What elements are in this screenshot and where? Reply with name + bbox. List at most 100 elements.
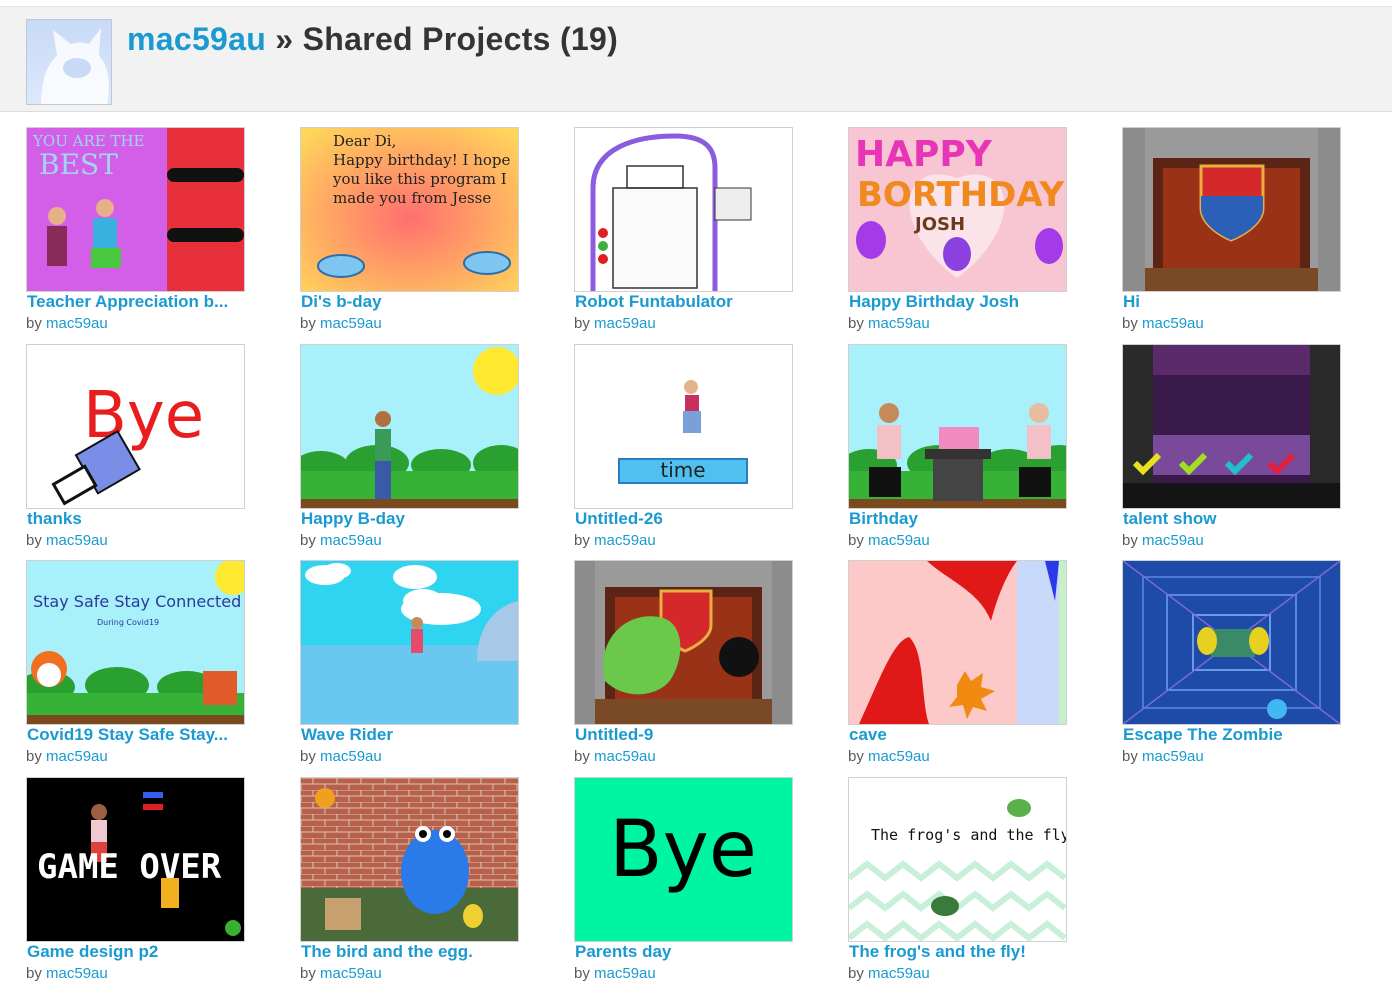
author-link[interactable]: mac59au xyxy=(868,315,930,332)
author-link[interactable]: mac59au xyxy=(46,965,108,982)
project-card: YOU ARE THE BEST Teacher Appreciation b.… xyxy=(26,127,300,344)
project-thumbnail[interactable] xyxy=(574,560,793,725)
author-link[interactable]: mac59au xyxy=(46,315,108,332)
project-title-link[interactable]: Untitled-9 xyxy=(575,725,797,745)
project-byline: by mac59au xyxy=(1122,315,1204,332)
project-byline: by mac59au xyxy=(848,531,930,549)
author-link[interactable]: mac59au xyxy=(320,965,382,982)
project-title-link[interactable]: Untitled-26 xyxy=(575,509,797,529)
project-title-link[interactable]: Covid19 Stay Safe Stay... xyxy=(27,725,249,745)
page-heading: Shared Projects (19) xyxy=(302,21,619,57)
username-link[interactable]: mac59au xyxy=(127,21,266,57)
thumb-text: time xyxy=(660,458,705,482)
thumb-text: Stay Safe Stay Connected xyxy=(33,592,241,611)
project-byline: by mac59au xyxy=(574,748,656,765)
project-byline: by mac59au xyxy=(300,748,382,765)
project-byline: by mac59au xyxy=(574,531,656,549)
thumb-text: you like this program I xyxy=(332,170,507,188)
project-thumbnail[interactable]: time xyxy=(574,343,793,509)
author-link[interactable]: mac59au xyxy=(320,532,382,549)
profile-header: mac59au » Shared Projects (19) xyxy=(0,6,1392,112)
project-byline: by mac59au xyxy=(300,531,382,549)
project-thumbnail[interactable]: GAME OVER xyxy=(26,776,245,942)
project-thumbnail[interactable] xyxy=(848,343,1067,509)
thumb-text: GAME OVER xyxy=(37,847,222,887)
project-title-link[interactable]: Game design p2 xyxy=(27,942,249,962)
thumb-text: Dear Di, xyxy=(333,132,396,150)
project-thumbnail[interactable] xyxy=(1122,343,1341,509)
project-thumbnail[interactable]: HAPPY BORTHDAY JOSH xyxy=(848,127,1067,292)
project-card: Dear Di, Happy birthday! I hope you like… xyxy=(300,127,574,344)
project-card: talent show by mac59au xyxy=(1122,343,1392,561)
author-link[interactable]: mac59au xyxy=(594,748,656,765)
author-link[interactable]: mac59au xyxy=(46,532,108,549)
thumb-text: BEST xyxy=(39,148,118,181)
author-link[interactable]: mac59au xyxy=(1142,532,1204,549)
project-thumbnail[interactable] xyxy=(574,127,793,292)
project-card: Bye thanks by mac59au xyxy=(26,343,300,561)
project-thumbnail[interactable] xyxy=(300,776,519,942)
project-title-link[interactable]: Escape The Zombie xyxy=(1123,725,1345,745)
author-link[interactable]: mac59au xyxy=(1142,315,1204,332)
project-card: Escape The Zombie by mac59au xyxy=(1122,560,1392,777)
project-card: Untitled-9 by mac59au xyxy=(574,560,848,777)
page-title: mac59au » Shared Projects (19) xyxy=(127,21,618,58)
author-link[interactable]: mac59au xyxy=(868,532,930,549)
thumb-text: JOSH xyxy=(913,214,965,235)
project-thumbnail[interactable]: Bye xyxy=(26,343,245,509)
scratch-cat-icon xyxy=(41,28,109,104)
project-card: Happy B-day by mac59au xyxy=(300,343,574,561)
project-title-link[interactable]: Happy Birthday Josh xyxy=(849,292,1071,312)
author-link[interactable]: mac59au xyxy=(594,532,656,549)
author-link[interactable]: mac59au xyxy=(868,748,930,765)
project-thumbnail[interactable] xyxy=(848,560,1067,725)
project-title-link[interactable]: Hi xyxy=(1123,292,1345,312)
author-link[interactable]: mac59au xyxy=(320,315,382,332)
project-card: Robot Funtabulator by mac59au xyxy=(574,127,848,344)
project-byline: by mac59au xyxy=(574,964,656,982)
project-byline: by mac59au xyxy=(26,315,108,332)
project-card: Birthday by mac59au xyxy=(848,343,1122,561)
project-byline: by mac59au xyxy=(1122,531,1204,549)
project-title-link[interactable]: Parents day xyxy=(575,942,797,962)
project-byline: by mac59au xyxy=(300,315,382,332)
author-link[interactable]: mac59au xyxy=(868,965,930,982)
author-link[interactable]: mac59au xyxy=(1142,748,1204,765)
project-thumbnail[interactable]: Stay Safe Stay Connected During Covid19 xyxy=(26,560,245,725)
project-title-link[interactable]: Birthday xyxy=(849,509,1071,529)
project-thumbnail[interactable]: The frog's and the fly! xyxy=(848,776,1067,942)
thumb-text: During Covid19 xyxy=(97,618,159,627)
project-card: The frog's and the fly! The frog's and t… xyxy=(848,776,1122,994)
project-title-link[interactable]: Happy B-day xyxy=(301,509,523,529)
project-title-link[interactable]: Wave Rider xyxy=(301,725,523,745)
project-title-link[interactable]: The bird and the egg. xyxy=(301,942,523,962)
project-thumbnail[interactable] xyxy=(1122,560,1341,725)
project-title-link[interactable]: thanks xyxy=(27,509,249,529)
project-thumbnail[interactable] xyxy=(1122,127,1341,292)
author-link[interactable]: mac59au xyxy=(46,748,108,765)
project-card: Wave Rider by mac59au xyxy=(300,560,574,777)
project-title-link[interactable]: Robot Funtabulator xyxy=(575,292,797,312)
author-link[interactable]: mac59au xyxy=(594,965,656,982)
author-link[interactable]: mac59au xyxy=(320,748,382,765)
project-title-link[interactable]: The frog's and the fly! xyxy=(849,942,1071,962)
project-byline: by mac59au xyxy=(1122,748,1204,765)
project-byline: by mac59au xyxy=(848,315,930,332)
project-title-link[interactable]: cave xyxy=(849,725,1071,745)
project-title-link[interactable]: talent show xyxy=(1123,509,1345,529)
author-link[interactable]: mac59au xyxy=(594,315,656,332)
project-title-link[interactable]: Teacher Appreciation b... xyxy=(27,292,249,312)
thumb-text: Bye xyxy=(609,805,757,895)
user-avatar[interactable] xyxy=(26,19,112,105)
thumb-text: Happy birthday! I hope xyxy=(333,151,511,169)
project-title-link[interactable]: Di's b-day xyxy=(301,292,523,312)
project-thumbnail[interactable] xyxy=(300,560,519,725)
project-thumbnail[interactable] xyxy=(300,343,519,509)
thumb-text: BORTHDAY xyxy=(857,175,1064,215)
project-card: Hi by mac59au xyxy=(1122,127,1392,344)
project-byline: by mac59au xyxy=(848,748,930,765)
project-thumbnail[interactable]: Dear Di, Happy birthday! I hope you like… xyxy=(300,127,519,292)
project-thumbnail[interactable]: Bye xyxy=(574,776,793,942)
project-thumbnail[interactable]: YOU ARE THE BEST xyxy=(26,127,245,292)
project-card: HAPPY BORTHDAY JOSH Happy Birthday Josh … xyxy=(848,127,1122,344)
